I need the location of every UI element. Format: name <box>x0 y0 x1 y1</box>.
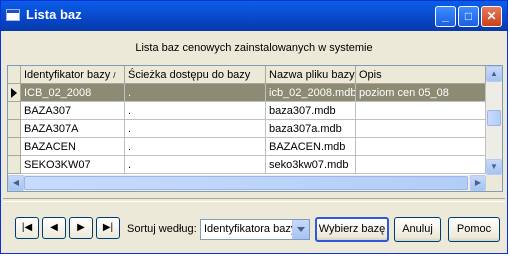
window-icon <box>6 9 20 21</box>
minimize-button[interactable]: _ <box>435 6 456 27</box>
cell-description[interactable] <box>356 120 486 138</box>
cell-id[interactable]: BAZACEN <box>21 138 125 156</box>
horizontal-scroll-thumb[interactable] <box>24 176 468 190</box>
cell-description[interactable] <box>356 102 486 120</box>
cell-file[interactable]: baza307a.mdb <box>266 120 356 138</box>
row-indicator <box>8 102 21 120</box>
scroll-down-icon[interactable]: ▼ <box>486 159 502 175</box>
cell-path[interactable]: . <box>125 156 266 174</box>
vertical-scrollbar[interactable]: ▲ ▼ <box>486 66 502 175</box>
help-button[interactable]: Pomoc <box>448 217 500 242</box>
table-row[interactable]: ICB_02_2008 . icb_02_2008.mdb poziom cen… <box>8 84 486 102</box>
scroll-left-icon[interactable]: ◀ <box>8 175 24 191</box>
cell-path[interactable]: . <box>125 102 266 120</box>
close-button[interactable]: ✕ <box>481 6 502 27</box>
cell-description[interactable] <box>356 138 486 156</box>
vertical-scroll-thumb[interactable] <box>487 110 501 126</box>
first-record-button[interactable]: |◀ <box>15 217 39 239</box>
cell-file[interactable]: baza307.mdb <box>266 102 356 120</box>
row-indicator <box>8 156 21 174</box>
cell-id[interactable]: BAZA307A <box>21 120 125 138</box>
cell-path[interactable]: . <box>125 84 266 102</box>
cell-file[interactable]: seko3kw07.mdb <box>266 156 356 174</box>
column-header-description[interactable]: Opis <box>356 66 486 84</box>
sort-select[interactable]: Identyfikatora bazy <box>200 219 310 240</box>
row-indicator <box>8 138 21 156</box>
select-database-button[interactable]: Wybierz bazę <box>315 217 389 242</box>
chevron-down-icon[interactable] <box>292 220 309 239</box>
scrollbar-corner <box>486 175 502 191</box>
header-caption: Lista baz cenowych zainstalowanych w sys… <box>135 42 373 54</box>
row-indicator <box>8 120 21 138</box>
cell-path[interactable]: . <box>125 138 266 156</box>
table-row[interactable]: BAZA307 . baza307.mdb <box>8 102 486 120</box>
cell-id[interactable]: BAZA307 <box>21 102 125 120</box>
sort-indicator-icon: / <box>113 71 116 80</box>
row-indicator-header <box>8 66 21 84</box>
scroll-up-icon[interactable]: ▲ <box>486 66 502 82</box>
cell-id[interactable]: ICB_02_2008 <box>21 84 125 102</box>
cell-path[interactable]: . <box>125 120 266 138</box>
table-row[interactable]: BAZACEN . BAZACEN.mdb <box>8 138 486 156</box>
previous-record-button[interactable]: ◀ <box>42 217 66 239</box>
maximize-button[interactable]: □ <box>458 6 479 27</box>
cancel-button[interactable]: Anuluj <box>394 217 441 242</box>
next-record-button[interactable]: ▶ <box>69 217 93 239</box>
horizontal-scrollbar[interactable]: ◀ ▶ <box>8 175 486 191</box>
cell-description[interactable] <box>356 156 486 174</box>
column-header-id[interactable]: Identyfikator bazy / <box>21 66 125 84</box>
window: Lista baz _ □ ✕ Lista baz cenowych zains… <box>0 0 508 254</box>
cell-description[interactable]: poziom cen 05_08 <box>356 84 486 102</box>
column-header-label: Identyfikator bazy <box>24 69 111 81</box>
table-row[interactable]: SEKO3KW07 . seko3kw07.mdb <box>8 156 486 174</box>
database-grid[interactable]: Identyfikator bazy / Ścieżka dostępu do … <box>7 65 503 192</box>
last-record-button[interactable]: ▶| <box>96 217 120 239</box>
scroll-right-icon[interactable]: ▶ <box>470 175 486 191</box>
sort-select-value: Identyfikatora bazy <box>204 223 297 235</box>
sort-label: Sortuj według: <box>127 223 197 235</box>
current-row-indicator <box>8 84 21 102</box>
column-header-file[interactable]: Nazwa pliku bazy <box>266 66 356 84</box>
cell-file[interactable]: BAZACEN.mdb <box>266 138 356 156</box>
row-pointer-icon <box>11 88 17 98</box>
cell-id[interactable]: SEKO3KW07 <box>21 156 125 174</box>
window-title: Lista baz <box>26 7 82 22</box>
table-row[interactable]: BAZA307A . baza307a.mdb <box>8 120 486 138</box>
title-bar[interactable]: Lista baz _ □ ✕ <box>1 1 507 31</box>
cell-file[interactable]: icb_02_2008.mdb <box>266 84 356 102</box>
divider <box>3 198 505 202</box>
column-header-path[interactable]: Ścieżka dostępu do bazy <box>125 66 266 84</box>
